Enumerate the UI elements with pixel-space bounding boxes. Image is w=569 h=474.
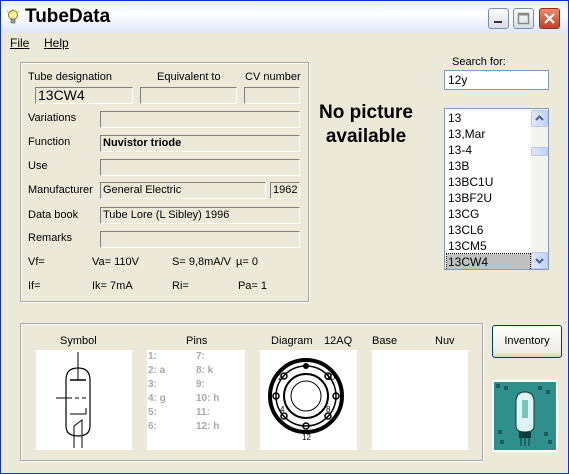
maximize-button[interactable] — [513, 8, 534, 29]
chevron-down-icon — [535, 258, 544, 264]
tube-logo — [492, 380, 558, 452]
variations-field[interactable] — [100, 111, 300, 128]
triode-symbol-icon — [56, 352, 91, 448]
designation-field[interactable]: 13CW4 — [35, 87, 133, 104]
svg-text:2: 2 — [278, 373, 283, 382]
symbol-panel — [36, 350, 132, 450]
lightbulb-icon — [6, 9, 20, 24]
param-va: Va= 110V — [92, 256, 139, 268]
param-if: If= — [28, 280, 41, 292]
pin-7: 7: — [196, 351, 205, 362]
use-field[interactable] — [100, 159, 300, 176]
base-diagram-icon: 2 10 4 8 12 — [268, 358, 344, 442]
list-item[interactable]: 13,Mar — [447, 126, 530, 142]
results-scrollbar[interactable] — [531, 109, 548, 269]
list-item-selected[interactable]: 13CW4 — [446, 253, 531, 269]
diagram-code: 12AQ — [324, 335, 353, 347]
inventory-button[interactable]: Inventory — [492, 325, 562, 358]
function-label: Function — [28, 136, 71, 148]
list-item[interactable]: 13BF2U — [447, 190, 530, 206]
minimize-button[interactable] — [488, 8, 509, 29]
pin-10: 10: h — [196, 393, 220, 404]
function-field[interactable]: Nuvistor triode — [100, 135, 300, 152]
equivalent-label: Equivalent to — [157, 71, 221, 83]
pin-3: 3: — [148, 379, 157, 390]
manufacturer-field[interactable]: General Electric — [100, 182, 266, 199]
diagram-label: Diagram — [271, 335, 313, 347]
pin-12: 12: h — [196, 421, 220, 432]
list-item[interactable]: 13CM5 — [447, 238, 530, 254]
variations-label: Variations — [28, 112, 77, 124]
equivalent-field[interactable] — [140, 87, 237, 104]
svg-text:12: 12 — [302, 433, 311, 442]
param-s: S= 9,8mA/V — [172, 256, 232, 268]
base-panel — [372, 350, 468, 450]
menu-bar: File Help — [1, 33, 568, 53]
no-picture-text: No picture available — [319, 102, 413, 147]
scroll-down-button[interactable] — [531, 252, 548, 269]
window-title: TubeData — [25, 6, 111, 27]
remarks-field[interactable] — [100, 231, 300, 248]
base-value: Nuv — [435, 335, 455, 347]
param-ri: Ri= — [172, 280, 189, 292]
list-item[interactable]: 13B — [447, 158, 530, 174]
symbol-label: Symbol — [60, 335, 97, 347]
base-label: Base — [372, 335, 398, 347]
pin-11: 11: — [196, 407, 210, 418]
tube-logo-icon — [492, 380, 558, 452]
list-item[interactable]: 13CG — [447, 206, 530, 222]
svg-text:4: 4 — [280, 405, 285, 414]
pin-4: 4: g — [148, 393, 166, 404]
scroll-thumb[interactable] — [531, 147, 548, 156]
year-field[interactable]: 1962 — [270, 182, 300, 199]
title-bar[interactable]: TubeData — [1, 1, 568, 33]
menu-help[interactable]: Help — [44, 36, 69, 50]
svg-text:8: 8 — [326, 405, 331, 414]
list-item[interactable]: 13BC1U — [447, 174, 530, 190]
pins-label: Pins — [186, 335, 208, 347]
pin-2: 2: a — [148, 365, 166, 376]
pin-1: 1: — [148, 351, 157, 362]
chevron-up-icon — [535, 115, 544, 121]
param-mu: µ= 0 — [236, 256, 258, 268]
search-input[interactable]: 12y — [444, 70, 549, 90]
list-item[interactable]: 13-4 — [447, 142, 530, 158]
close-icon — [544, 13, 555, 24]
param-vf: Vf= — [28, 256, 45, 268]
param-pa: Pa= 1 — [238, 280, 268, 292]
main-window: TubeData File Help Tube designation Equi… — [0, 0, 569, 474]
databook-label: Data book — [28, 209, 79, 221]
scroll-up-button[interactable] — [531, 110, 548, 127]
remarks-label: Remarks — [28, 232, 73, 244]
pin-6: 6: — [148, 421, 157, 432]
results-listbox[interactable]: 13 13,Mar 13-4 13B 13BC1U 13BF2U 13CG 13… — [444, 108, 549, 270]
designation-label: Tube designation — [28, 71, 112, 83]
use-label: Use — [28, 160, 48, 172]
pin-9: 9: — [196, 379, 205, 390]
databook-field[interactable]: Tube Lore (L Sibley) 1996 — [100, 207, 300, 224]
close-button[interactable] — [539, 8, 560, 29]
cv-number-field[interactable] — [244, 87, 300, 104]
pin-5: 5: — [148, 407, 157, 418]
param-ik: Ik= 7mA — [92, 280, 133, 292]
list-item[interactable]: 13CL6 — [447, 222, 530, 238]
list-item[interactable]: 13 — [447, 110, 530, 126]
cv-number-label: CV number — [245, 71, 301, 83]
maximize-icon — [517, 12, 530, 25]
minimize-icon — [494, 21, 502, 23]
manufacturer-label: Manufacturer — [28, 184, 93, 196]
search-label: Search for: — [452, 56, 506, 68]
pins-panel: 1: 2: a 3: 4: g 5: 6: 7: 8: k 9: 10: h 1… — [147, 350, 245, 450]
diagram-panel: 2 10 4 8 12 — [260, 350, 357, 450]
svg-text:10: 10 — [326, 373, 335, 382]
menu-file[interactable]: File — [10, 36, 29, 50]
pin-8: 8: k — [196, 365, 214, 376]
